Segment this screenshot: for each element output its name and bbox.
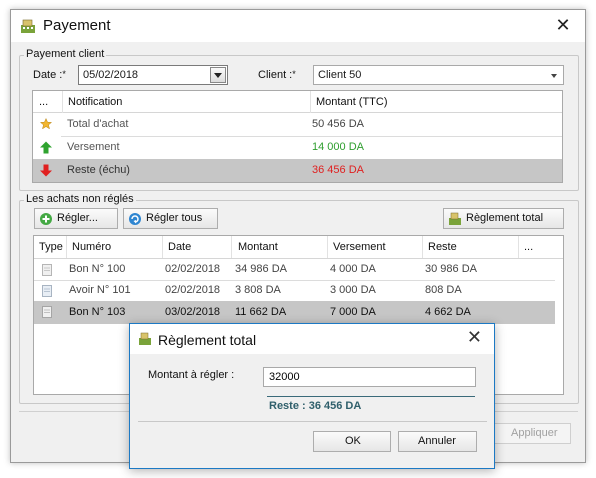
arrow-down-red-icon bbox=[40, 164, 52, 177]
table-row[interactable]: Avoir N° 101 02/02/2018 3 808 DA 3 000 D… bbox=[34, 281, 563, 301]
column-header: Numéro bbox=[72, 241, 112, 253]
ok-button[interactable]: OK bbox=[313, 431, 391, 452]
close-icon[interactable]: ✕ bbox=[549, 14, 577, 36]
row-amount: 14 000 DA bbox=[312, 141, 364, 153]
row-amount: 36 456 DA bbox=[312, 164, 364, 176]
title-bar: Payement ✕ bbox=[11, 10, 585, 42]
column-header: Versement bbox=[333, 241, 386, 253]
cell-numero: Bon N° 103 bbox=[69, 306, 126, 318]
cell-reste: 808 DA bbox=[425, 284, 462, 296]
notification-table: ... Notification Montant (TTC) Total d'a… bbox=[32, 90, 563, 183]
cell-versement: 4 000 DA bbox=[330, 263, 376, 275]
document-icon bbox=[42, 264, 52, 276]
calendar-dropdown-icon[interactable] bbox=[210, 67, 226, 83]
cash-register-icon bbox=[21, 19, 35, 33]
cell-montant: 3 808 DA bbox=[235, 284, 281, 296]
column-header: ... bbox=[39, 96, 49, 108]
arrow-up-green-icon bbox=[40, 141, 52, 154]
row-label: Versement bbox=[67, 141, 120, 153]
rest-amount-text: Reste : 36 456 DA bbox=[269, 400, 362, 412]
client-label: Client :* bbox=[258, 69, 296, 81]
cell-date: 02/02/2018 bbox=[165, 263, 221, 275]
cell-reste: 30 986 DA bbox=[425, 263, 477, 275]
cell-versement: 7 000 DA bbox=[330, 306, 376, 318]
amount-field[interactable] bbox=[263, 367, 476, 387]
regler-button[interactable]: Régler... bbox=[34, 208, 118, 229]
cell-date: 03/02/2018 bbox=[165, 306, 221, 318]
table-header: ... Notification Montant (TTC) bbox=[33, 91, 562, 113]
client-value: Client 50 bbox=[318, 69, 362, 81]
table-row[interactable]: Versement 14 000 DA bbox=[33, 137, 562, 159]
row-label: Reste (échu) bbox=[67, 164, 130, 176]
column-header: Notification bbox=[68, 96, 123, 108]
dialog-title: Règlement total bbox=[158, 332, 257, 348]
chevron-down-icon bbox=[551, 74, 557, 78]
column-header: Montant (TTC) bbox=[316, 96, 388, 108]
column-header: Type bbox=[39, 241, 63, 253]
apply-button[interactable]: Appliquer bbox=[493, 423, 571, 444]
regler-tous-button[interactable]: Régler tous bbox=[123, 208, 218, 229]
cell-date: 02/02/2018 bbox=[165, 284, 221, 296]
row-amount: 50 456 DA bbox=[312, 118, 364, 130]
cell-numero: Bon N° 100 bbox=[69, 263, 126, 275]
group-legend: Payement client bbox=[24, 48, 107, 60]
table-row-selected[interactable]: Bon N° 103 03/02/2018 11 662 DA 7 000 DA… bbox=[34, 301, 555, 324]
document-icon bbox=[42, 285, 52, 297]
column-header: ... bbox=[524, 241, 534, 253]
document-icon bbox=[42, 306, 52, 318]
column-header: Date bbox=[168, 241, 192, 253]
star-icon bbox=[40, 118, 52, 130]
rest-underline bbox=[267, 396, 475, 397]
reglement-total-dialog: Règlement total ✕ Montant à régler : Res… bbox=[129, 323, 495, 469]
row-label: Total d'achat bbox=[67, 118, 129, 130]
date-label: Date :* bbox=[33, 69, 66, 81]
column-header: Montant bbox=[238, 241, 278, 253]
cash-register-icon bbox=[139, 332, 151, 345]
add-circle-icon bbox=[40, 213, 52, 225]
group-legend: Les achats non réglés bbox=[24, 193, 136, 205]
refresh-circle-icon bbox=[129, 213, 141, 225]
cash-register-icon bbox=[449, 212, 461, 225]
table-row-selected[interactable]: Reste (échu) 36 456 DA bbox=[33, 159, 562, 182]
table-row[interactable]: Bon N° 100 02/02/2018 34 986 DA 4 000 DA… bbox=[34, 260, 563, 280]
cell-numero: Avoir N° 101 bbox=[69, 284, 131, 296]
table-header: Type Numéro Date Montant Versement Reste… bbox=[34, 236, 563, 259]
client-select[interactable]: Client 50 bbox=[313, 65, 564, 85]
dialog-body: Montant à régler : Reste : 36 456 DA OK … bbox=[138, 355, 487, 460]
window-title: Payement bbox=[43, 17, 111, 34]
cell-reste: 4 662 DA bbox=[425, 306, 471, 318]
cancel-button[interactable]: Annuler bbox=[398, 431, 477, 452]
reglement-total-button[interactable]: Règlement total bbox=[443, 208, 564, 229]
close-icon[interactable]: ✕ bbox=[467, 327, 482, 348]
amount-label: Montant à régler : bbox=[148, 369, 235, 381]
amount-input[interactable] bbox=[264, 368, 475, 386]
cell-montant: 34 986 DA bbox=[235, 263, 287, 275]
column-header: Reste bbox=[428, 241, 457, 253]
table-row[interactable]: Total d'achat 50 456 DA bbox=[33, 114, 562, 136]
date-picker[interactable]: 05/02/2018 bbox=[78, 65, 228, 85]
cell-versement: 3 000 DA bbox=[330, 284, 376, 296]
dialog-title-bar: Règlement total ✕ bbox=[130, 324, 494, 354]
cell-montant: 11 662 DA bbox=[235, 306, 287, 318]
date-value: 05/02/2018 bbox=[83, 69, 139, 81]
dialog-divider bbox=[138, 421, 487, 422]
